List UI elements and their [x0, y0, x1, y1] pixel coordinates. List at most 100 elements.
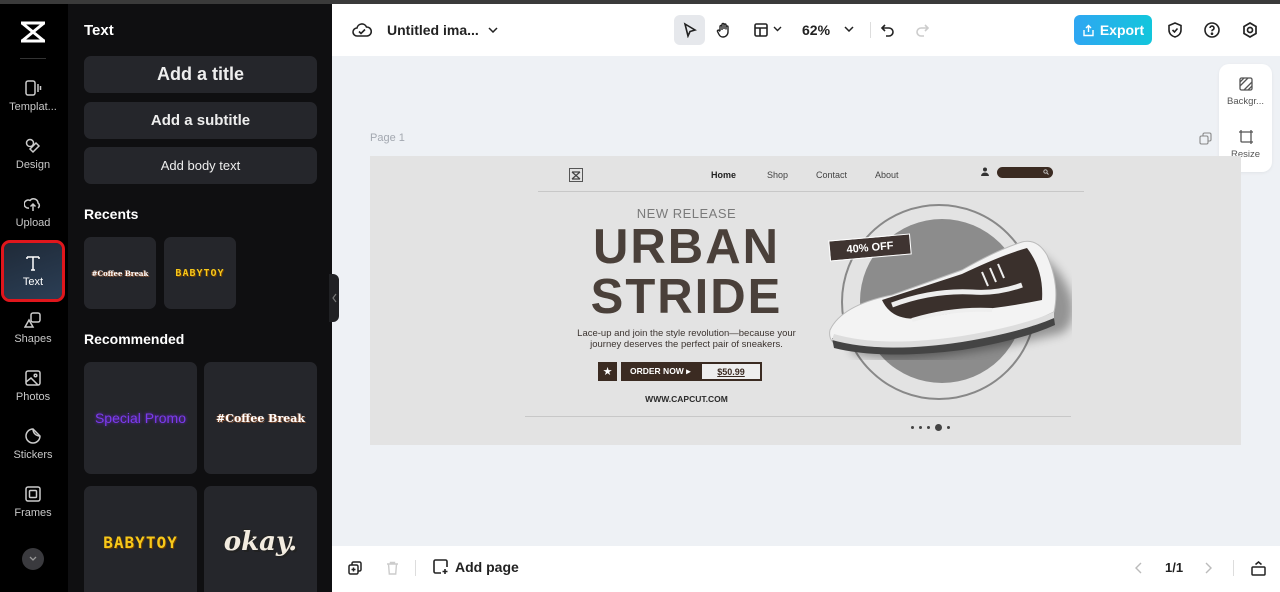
design-user-icon	[981, 167, 989, 176]
delete-page-button[interactable]	[383, 559, 401, 577]
rail-item-label: Design	[15, 159, 51, 171]
recommended-text-style[interactable]: BABYTOY	[84, 486, 197, 592]
background-hatch-icon	[1238, 77, 1253, 91]
rail-item-text[interactable]: Text	[1, 240, 65, 302]
design-search-bar	[997, 167, 1053, 178]
design-page[interactable]: Home Shop Contact About NEW RELEASE URBA…	[370, 156, 1241, 445]
duplicate-page-button[interactable]	[346, 559, 364, 577]
carousel-dot	[919, 426, 922, 429]
rail-divider	[20, 58, 46, 59]
zoom-level[interactable]: 62%	[802, 22, 830, 38]
style-preview-coffee-break: #Coffee Break	[215, 411, 305, 425]
panel-title: Text	[84, 22, 114, 39]
design-star-icon: ★	[598, 362, 617, 381]
redo-icon	[916, 24, 930, 37]
upload-icon	[24, 198, 41, 211]
prev-page-button[interactable]	[1132, 560, 1144, 576]
design-tagline: Lace-up and join the style revolution—be…	[560, 328, 813, 350]
undo-button[interactable]	[878, 20, 898, 40]
design-kicker: NEW RELEASE	[636, 206, 737, 221]
add-subtitle-button[interactable]: Add a subtitle	[84, 102, 317, 139]
shield-check-icon	[1168, 22, 1182, 38]
layout-dropdown-chevron-icon[interactable]	[772, 24, 782, 34]
design-headline-1: URBAN	[593, 220, 780, 274]
toolbar-divider	[870, 22, 871, 38]
page-label: Page 1	[370, 132, 405, 144]
rail-item-label: Upload	[15, 217, 51, 229]
background-label: Backgr...	[1227, 96, 1264, 107]
shapes-icon	[24, 312, 41, 328]
chevron-left-icon	[331, 293, 336, 303]
rail-more-button[interactable]	[22, 548, 44, 570]
title-dropdown-chevron-icon[interactable]	[487, 24, 499, 36]
top-bar: Untitled ima... 62% Export	[332, 4, 1280, 56]
recommended-text-style[interactable]: okay.	[204, 486, 317, 592]
cursor-arrow-icon	[683, 22, 697, 38]
rail-item-frames[interactable]: Frames	[4, 474, 62, 530]
page-counter: 1/1	[1165, 560, 1184, 575]
rail-item-templates[interactable]: Templat...	[4, 68, 62, 124]
layout-button[interactable]	[750, 19, 772, 41]
recommended-text-style[interactable]: Special Promo	[84, 362, 197, 474]
add-page-button[interactable]: Add page	[432, 558, 519, 575]
design-nav-home: Home	[711, 170, 737, 180]
redo-button[interactable]	[912, 20, 932, 40]
next-page-button[interactable]	[1202, 560, 1214, 576]
photos-icon	[25, 370, 41, 386]
carousel-dot	[927, 426, 930, 429]
export-button[interactable]: Export	[1074, 15, 1152, 45]
security-button[interactable]	[1165, 20, 1185, 40]
add-page-label: Add page	[455, 558, 519, 575]
style-preview-okay: okay.	[223, 527, 298, 557]
rail-item-label: Photos	[15, 391, 51, 403]
recent-text-style[interactable]: #Coffee Break	[84, 237, 156, 309]
settings-button[interactable]	[1240, 20, 1260, 40]
design-tagline-line: Lace-up and join the style revolution—be…	[577, 328, 796, 339]
duplicate-page-icon[interactable]	[1199, 132, 1212, 145]
hand-tool-button[interactable]	[713, 19, 735, 41]
templates-icon	[25, 80, 42, 96]
help-button[interactable]	[1202, 20, 1222, 40]
rail-item-upload[interactable]: Upload	[4, 184, 62, 240]
document-title[interactable]: Untitled ima...	[387, 22, 479, 38]
recent-text-style[interactable]: BABYTOY	[164, 237, 236, 309]
select-tool-button[interactable]	[674, 15, 705, 45]
design-carousel-dots	[911, 424, 950, 431]
rail-item-photos[interactable]: Photos	[4, 358, 62, 414]
add-body-text-button[interactable]: Add body text	[84, 147, 317, 184]
pages-tray-icon	[1250, 560, 1266, 576]
design-search-icon	[1043, 169, 1049, 175]
page-manager-button[interactable]	[1248, 558, 1268, 578]
design-nav-contact: Contact	[816, 170, 848, 180]
undo-icon	[880, 24, 894, 37]
bottombar-divider	[1233, 560, 1234, 576]
recommended-text-style[interactable]: #Coffee Break	[204, 362, 317, 474]
stickers-icon	[25, 428, 41, 444]
rail-item-label: Frames	[14, 507, 52, 519]
text-icon	[26, 256, 40, 271]
zoom-dropdown-chevron-icon[interactable]	[843, 24, 855, 34]
bottombar-divider	[415, 560, 416, 576]
design-nav-shop: Shop	[767, 170, 789, 180]
design-header-divider	[538, 191, 1084, 192]
recommended-heading: Recommended	[84, 331, 185, 347]
rail-item-stickers[interactable]: Stickers	[4, 416, 62, 472]
cloud-saved-icon[interactable]	[352, 20, 372, 40]
carousel-dot	[911, 426, 914, 429]
design-footer-divider	[525, 416, 1071, 417]
rail-item-shapes[interactable]: Shapes	[4, 300, 62, 356]
design-nav-about: About	[875, 170, 899, 180]
rail-item-design[interactable]: Design	[4, 126, 62, 182]
capcut-logo-icon[interactable]	[19, 20, 47, 44]
trash-icon	[386, 561, 398, 575]
background-button[interactable]: Backgr...	[1219, 76, 1272, 107]
design-price: $50.99	[702, 364, 760, 379]
chevron-right-icon	[1205, 562, 1212, 574]
collapse-panel-handle[interactable]	[329, 274, 339, 322]
rail-item-label: Shapes	[14, 333, 52, 345]
style-preview-babytoy: BABYTOY	[175, 267, 225, 279]
settings-gear-icon	[1243, 22, 1257, 38]
chevron-left-icon	[1134, 562, 1141, 574]
add-title-button[interactable]: Add a title	[84, 56, 317, 93]
rail-item-label: Stickers	[13, 449, 53, 461]
